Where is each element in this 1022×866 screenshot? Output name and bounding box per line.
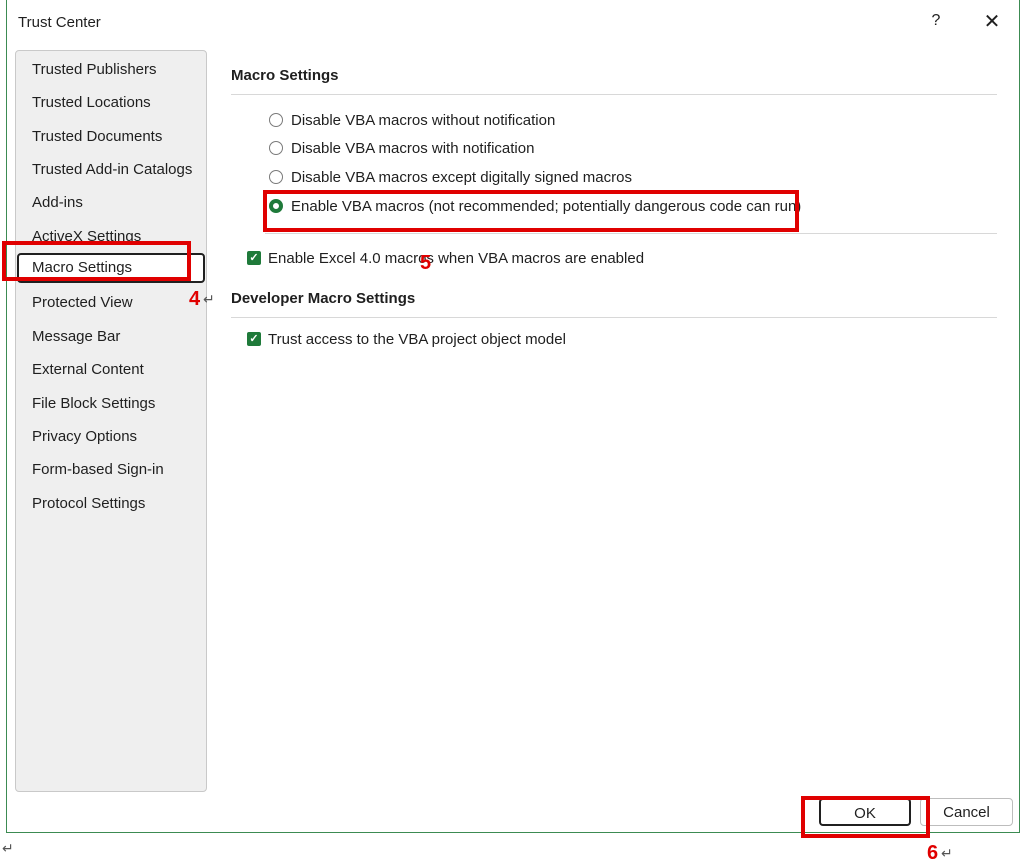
dialog-title: Trust Center [18,14,101,31]
radio-button[interactable] [269,113,283,127]
ok-button[interactable]: OK [819,798,911,826]
sidebar-item-trusted-publishers[interactable]: Trusted Publishers [32,61,157,78]
paragraph-mark-icon: ↵ [941,845,953,861]
paragraph-mark-icon: ↵ [2,840,14,856]
sidebar-item-protected-view[interactable]: Protected View [32,294,133,311]
radio-label: Enable VBA macros (not recommended; pote… [291,198,802,215]
help-button[interactable]: ? [928,12,944,30]
sidebar-item-trusted-locations[interactable]: Trusted Locations [32,94,151,111]
sidebar-item-trusted-add-in-catalogs[interactable]: Trusted Add-in Catalogs [32,161,192,178]
checkmark-icon[interactable]: ✓ [247,332,261,346]
developer-macro-settings-heading: Developer Macro Settings [231,290,416,307]
checkmark-icon[interactable]: ✓ [247,251,261,265]
sidebar-item-external-content[interactable]: External Content [32,361,144,378]
macro-settings-heading: Macro Settings [231,67,339,84]
radio-button[interactable] [269,141,283,155]
radio-label: Disable VBA macros without notification [291,112,556,129]
step-number-4: 4 [189,288,201,310]
section-divider [231,317,997,318]
step-number-5: 5 [420,252,432,274]
radio-button-selected[interactable] [269,199,283,213]
sidebar-item-add-ins[interactable]: Add-ins [32,194,83,211]
sidebar: Trusted Publishers Trusted Locations Tru… [15,50,207,792]
sidebar-item-macro-settings[interactable]: Macro Settings [17,253,205,283]
section-divider [265,233,997,234]
sidebar-item-file-block-settings[interactable]: File Block Settings [32,395,155,412]
sidebar-item-trusted-documents[interactable]: Trusted Documents [32,128,162,145]
sidebar-item-message-bar[interactable]: Message Bar [32,328,120,345]
sidebar-item-privacy-options[interactable]: Privacy Options [32,428,137,445]
cancel-button[interactable]: Cancel [920,798,1013,826]
sidebar-item-protocol-settings[interactable]: Protocol Settings [32,495,145,512]
checkbox-label: Enable Excel 4.0 macros when VBA macros … [268,250,645,267]
radio-label: Disable VBA macros with notification [291,140,535,157]
radio-button[interactable] [269,170,283,184]
radio-label: Disable VBA macros except digitally sign… [291,169,632,186]
close-button[interactable]: ✕ [982,10,1002,34]
paragraph-mark-icon: ↵ [203,291,215,307]
step-number-6: 6 [927,842,939,864]
checkbox-label: Trust access to the VBA project object m… [268,331,566,348]
sidebar-item-form-based-sign-in[interactable]: Form-based Sign-in [32,461,164,478]
section-divider [231,94,997,95]
sidebar-item-activex-settings[interactable]: ActiveX Settings [32,228,141,245]
